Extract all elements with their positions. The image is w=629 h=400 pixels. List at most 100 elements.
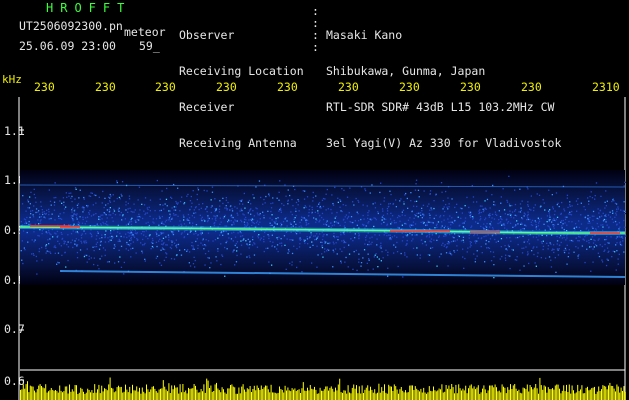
noise-speck — [586, 240, 588, 242]
noise-speck — [192, 190, 194, 192]
noise-speck — [165, 198, 168, 200]
level-bar — [32, 386, 34, 400]
noise-speck — [118, 238, 120, 241]
noise-speck — [159, 210, 161, 212]
noise-speck — [271, 214, 273, 216]
noise-speck — [515, 224, 517, 226]
level-bar — [50, 388, 52, 400]
level-bar — [365, 387, 367, 400]
noise-speck — [412, 247, 415, 249]
level-bar — [239, 393, 241, 400]
level-bar — [175, 387, 177, 400]
noise-speck — [265, 247, 267, 250]
noise-speck — [151, 237, 154, 240]
noise-speck — [83, 209, 85, 211]
noise-speck — [326, 188, 328, 191]
noise-speck — [106, 221, 108, 223]
noise-speck — [547, 218, 550, 221]
noise-speck — [596, 217, 598, 220]
noise-speck — [379, 191, 381, 194]
noise-speck — [373, 217, 375, 219]
noise-speck — [411, 210, 413, 213]
level-bar — [185, 390, 187, 400]
level-bar — [543, 385, 545, 400]
noise-speck — [182, 214, 185, 216]
noise-speck — [218, 208, 221, 210]
level-bar — [563, 385, 565, 400]
level-bar — [60, 390, 62, 400]
noise-speck — [553, 251, 555, 254]
noise-speck — [61, 233, 63, 235]
noise-speck — [390, 212, 392, 214]
noise-speck — [443, 227, 445, 229]
noise-speck — [499, 258, 501, 260]
level-bar — [132, 384, 133, 400]
noise-speck — [226, 248, 228, 250]
noise-speck — [409, 224, 411, 226]
noise-speck — [95, 243, 97, 245]
noise-speck — [75, 243, 77, 246]
noise-speck — [314, 211, 316, 213]
noise-speck — [377, 211, 379, 213]
level-bar — [350, 393, 352, 400]
noise-speck — [171, 218, 173, 220]
noise-speck — [80, 234, 83, 236]
noise-speck — [490, 221, 492, 223]
noise-speck — [244, 225, 246, 227]
noise-speck — [263, 217, 265, 219]
level-bar — [109, 377, 111, 400]
noise-speck — [369, 218, 371, 220]
noise-speck — [597, 252, 599, 254]
level-bar — [550, 389, 552, 400]
noise-speck — [144, 258, 146, 260]
noise-speck — [71, 200, 73, 203]
noise-speck — [599, 244, 601, 246]
noise-speck — [504, 213, 506, 215]
noise-speck — [318, 202, 321, 204]
noise-speck — [368, 244, 370, 246]
level-bar — [298, 389, 300, 400]
noise-speck — [447, 208, 449, 210]
noise-speck — [495, 241, 497, 243]
noise-speck — [343, 189, 345, 191]
noise-speck — [561, 220, 563, 222]
noise-speck — [493, 204, 495, 206]
noise-speck — [386, 213, 389, 215]
level-bar — [438, 388, 440, 400]
noise-speck — [167, 219, 169, 221]
level-bar — [392, 391, 394, 400]
noise-speck — [41, 246, 43, 249]
level-bar — [400, 387, 402, 400]
noise-speck — [233, 231, 235, 233]
noise-speck — [485, 235, 487, 237]
noise-speck — [98, 218, 100, 220]
noise-speck — [533, 209, 535, 212]
noise-speck — [252, 194, 254, 196]
noise-speck — [190, 195, 192, 198]
noise-speck — [358, 253, 360, 255]
level-bar — [88, 390, 90, 400]
noise-speck — [541, 234, 543, 236]
noise-speck — [588, 239, 590, 242]
noise-speck — [533, 207, 535, 209]
level-bar — [410, 385, 412, 400]
noise-speck — [33, 254, 35, 256]
noise-speck — [95, 213, 97, 215]
noise-speck — [147, 221, 149, 223]
noise-speck — [526, 219, 528, 221]
level-bar — [81, 388, 83, 400]
noise-speck — [538, 228, 541, 231]
noise-speck — [79, 249, 82, 251]
noise-speck — [593, 215, 595, 217]
noise-speck — [194, 230, 197, 232]
noise-speck — [31, 210, 34, 212]
noise-speck — [63, 201, 65, 203]
noise-speck — [112, 212, 114, 214]
noise-speck — [597, 218, 600, 220]
noise-speck — [404, 252, 406, 254]
noise-speck — [117, 261, 120, 263]
noise-speck — [79, 216, 81, 218]
level-bar — [435, 391, 437, 400]
level-bar — [517, 391, 518, 400]
noise-speck — [283, 235, 286, 237]
